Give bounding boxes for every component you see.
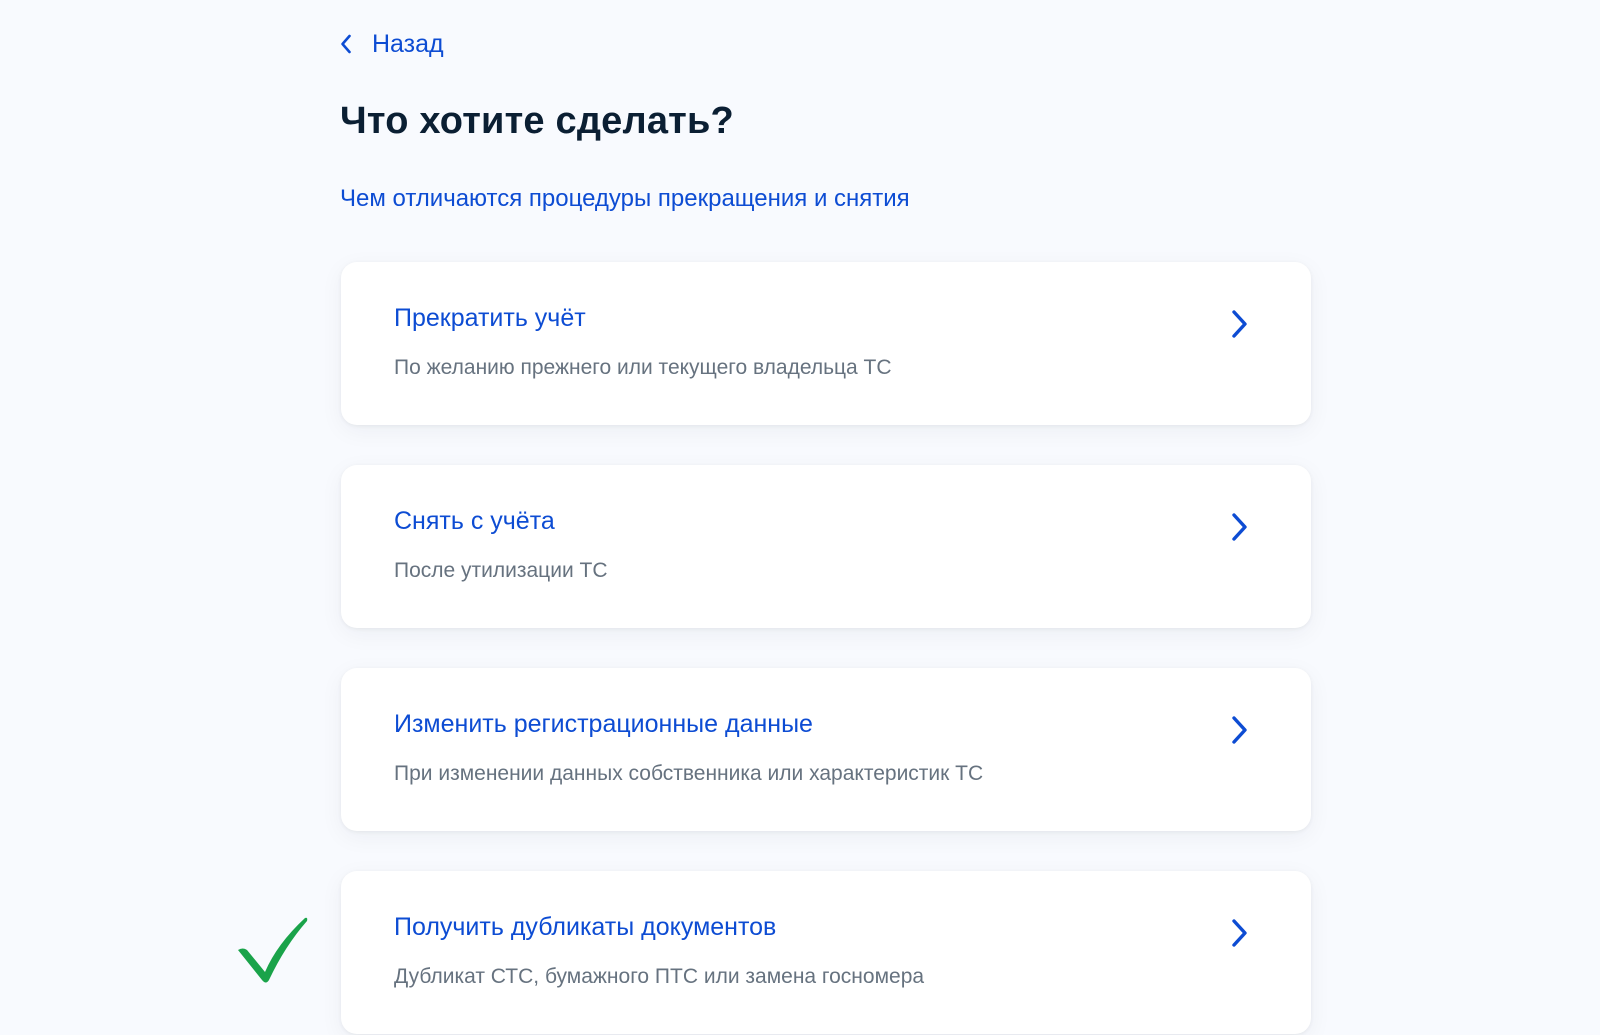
option-description: Дубликат СТС, бумажного ПТС или замена г… [394, 965, 925, 988]
option-title: Изменить регистрационные данные [394, 710, 813, 738]
option-title: Снять с учёта [394, 507, 555, 535]
chevron-right-icon [1232, 919, 1247, 947]
chevron-right-icon [1232, 310, 1247, 338]
option-title: Получить дубликаты документов [394, 913, 777, 941]
option-description: По желанию прежнего или текущего владель… [394, 356, 892, 379]
option-description: При изменении данных собственника или ха… [394, 762, 984, 785]
page-title: Что хотите сделать? [340, 100, 734, 142]
option-card-deregister[interactable]: Снять с учёта После утилизации ТС [341, 465, 1311, 628]
option-description: После утилизации ТС [394, 559, 608, 582]
procedures-difference-link[interactable]: Чем отличаются процедуры прекращения и с… [340, 185, 910, 213]
back-link[interactable]: Назад [340, 26, 444, 62]
chevron-right-icon [1232, 716, 1247, 744]
chevron-left-icon [340, 26, 362, 62]
back-link-label: Назад [372, 29, 444, 58]
chevron-right-icon [1232, 513, 1247, 541]
option-card-terminate-registration[interactable]: Прекратить учёт По желанию прежнего или … [341, 262, 1311, 425]
checkmark-icon [238, 917, 308, 983]
option-title: Прекратить учёт [394, 304, 586, 332]
option-card-get-duplicates[interactable]: Получить дубликаты документов Дубликат С… [341, 871, 1311, 1034]
option-card-change-registration-data[interactable]: Изменить регистрационные данные При изме… [341, 668, 1311, 831]
